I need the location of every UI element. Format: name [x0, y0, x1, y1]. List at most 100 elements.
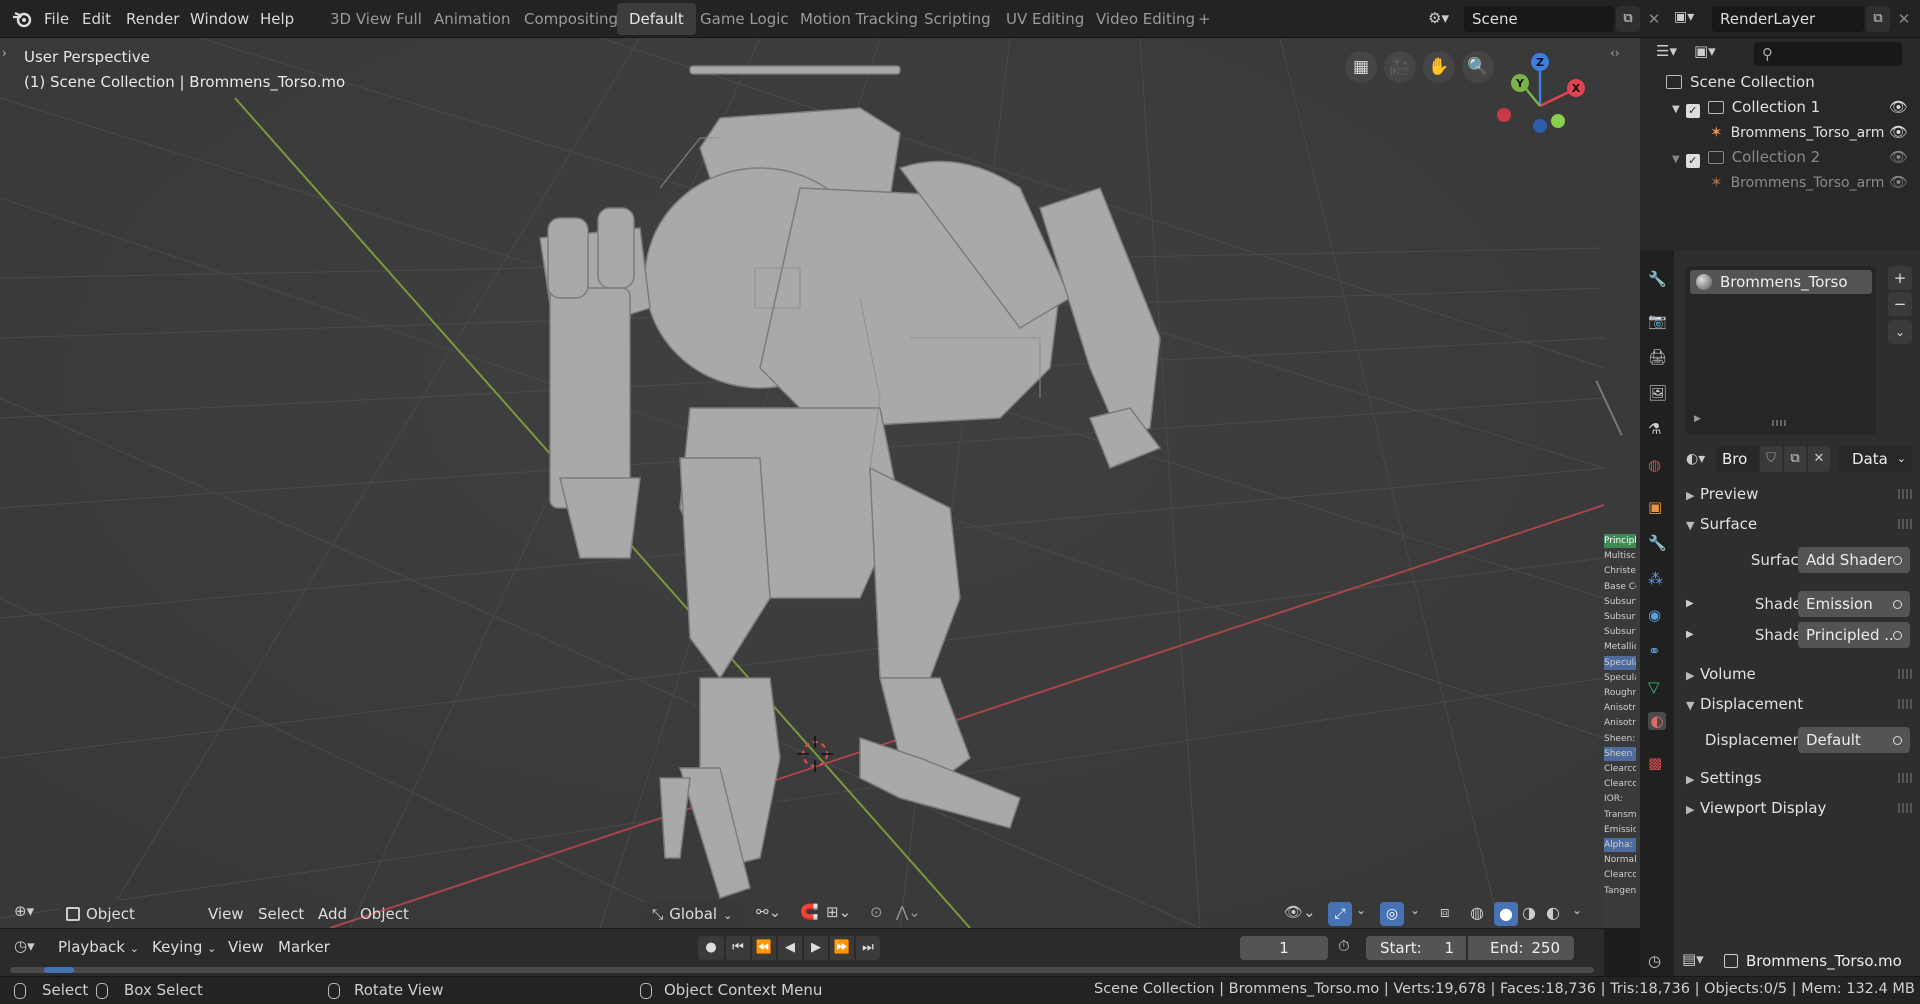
next-keyframe-icon[interactable]: ⏩ — [830, 936, 854, 960]
proportional-edit-icon[interactable]: ⊙ — [870, 903, 883, 921]
drag-grip-icon[interactable] — [1898, 669, 1912, 679]
navigation-gizmo[interactable]: Z X Y — [1490, 46, 1600, 156]
tool-tab-icon[interactable]: 🔧 — [1648, 270, 1667, 288]
3d-viewport[interactable]: User Perspective (1) Scene Collection | … — [0, 38, 1604, 928]
shading-material-icon[interactable]: ◑ — [1522, 903, 1536, 922]
material-slot-item[interactable]: Brommens_Torso — [1690, 270, 1872, 294]
snap-toggle-icon[interactable]: 🧲 — [800, 903, 819, 921]
tab-motion-tracking[interactable]: Motion Tracking — [788, 3, 930, 35]
node-socket-item[interactable]: Sheen: — [1604, 731, 1636, 746]
pivot-point-icon[interactable]: ⚯⌄ — [756, 903, 781, 921]
list-resize-grip-icon[interactable] — [1772, 420, 1786, 426]
strip-collapse-icon[interactable]: ‹› — [1610, 46, 1620, 60]
outliner[interactable]: ☰▾ ▣▾ ⚲ Scene Collection ▼ ✓ Collection 1 … — [1640, 38, 1920, 250]
expand-triangle-icon[interactable]: ▶ — [1686, 590, 1694, 618]
scene-name-field[interactable]: Scene — [1464, 6, 1614, 32]
timeline-editor-icon[interactable]: ◷▾ — [14, 937, 35, 955]
play-reverse-icon[interactable]: ◀ — [778, 936, 802, 960]
node-socket-item[interactable]: Subsurf.. — [1604, 625, 1636, 640]
shading-wireframe-icon[interactable]: ◍ — [1470, 903, 1484, 922]
outliner-row-collection-1[interactable]: ▼ ✓ Collection 1 👁 — [1672, 95, 1920, 120]
node-socket-item[interactable]: Clearcoat — [1604, 777, 1636, 792]
node-socket-item[interactable]: Subsurface — [1604, 610, 1636, 624]
drag-grip-icon[interactable] — [1898, 699, 1912, 709]
node-socket-item[interactable]: Specular — [1604, 655, 1636, 670]
timeline-menu-keying[interactable]: Keying ⌄ — [152, 935, 216, 959]
material-tab-icon[interactable]: ◐ — [1648, 712, 1666, 730]
surface-panel-header[interactable]: ▼ Surface — [1674, 510, 1920, 538]
gizmo-toggle-icon[interactable]: ⤢ — [1328, 902, 1352, 926]
delete-view-layer-icon[interactable]: ✕ — [1894, 6, 1914, 32]
material-name-field[interactable]: Bro — [1716, 446, 1758, 472]
viewport-display-panel-header[interactable]: ▶ Viewport Display — [1674, 794, 1920, 822]
play-icon[interactable]: ▶ — [804, 936, 828, 960]
menu-window[interactable]: Window — [184, 0, 255, 38]
viewport-menu-add[interactable]: Add — [312, 900, 353, 928]
current-frame-field[interactable]: 1 — [1240, 936, 1328, 960]
node-socket-item[interactable]: Clearcoat — [1604, 762, 1636, 776]
object-data-tab-icon[interactable]: ▽ — [1648, 678, 1666, 696]
expand-triangle-icon[interactable]: ▼ — [1672, 104, 1680, 115]
outliner-display-mode-icon[interactable]: ☰▾ — [1656, 42, 1677, 60]
tab-video-editing[interactable]: Video Editing — [1084, 3, 1207, 35]
outliner-row-armature-2[interactable]: ✶ Brommens_Torso_arm 👁 — [1698, 170, 1920, 195]
tab-compositing[interactable]: Compositing — [512, 3, 630, 35]
node-socket-item[interactable]: Clearcoat — [1604, 868, 1636, 883]
pan-view-icon[interactable]: ✋ — [1423, 51, 1455, 83]
outliner-search-input[interactable]: ⚲ — [1754, 42, 1902, 66]
node-socket-item[interactable]: Transmission — [1604, 807, 1636, 822]
toggle-left-toolbar-icon[interactable]: › — [2, 46, 7, 60]
tab-scripting[interactable]: Scripting — [912, 3, 1003, 35]
displacement-field[interactable]: Default — [1798, 727, 1910, 753]
timeline[interactable]: ◷▾ Playback ⌄ Keying ⌄ View Marker ● ⏮ ⏪… — [0, 928, 1604, 976]
add-slot-button[interactable]: + — [1888, 266, 1912, 290]
duplicate-material-icon[interactable]: ⧉ — [1784, 446, 1806, 472]
tab-default[interactable]: Default — [617, 3, 696, 35]
menu-render[interactable]: Render — [120, 0, 185, 38]
preview-panel-header[interactable]: ▶ Preview — [1674, 480, 1920, 508]
node-socket-item[interactable]: Roughness — [1604, 686, 1636, 700]
visibility-icon[interactable]: 👁⌄ — [1284, 903, 1316, 921]
viewport-menu-view[interactable]: View — [202, 900, 250, 928]
menu-file[interactable]: File — [38, 0, 75, 38]
record-button-icon[interactable]: ● — [698, 936, 724, 960]
physics-tab-icon[interactable]: ◉ — [1648, 606, 1666, 624]
timeline-playhead[interactable] — [44, 967, 74, 973]
settings-panel-header[interactable]: ▶ Settings — [1674, 764, 1920, 792]
tab-game-logic[interactable]: Game Logic — [688, 3, 801, 35]
timeline-menu-view[interactable]: View — [228, 935, 264, 959]
timeline-scrollbar[interactable] — [10, 967, 1594, 973]
node-socket-item[interactable]: Christensen — [1604, 564, 1636, 579]
node-socket-item[interactable]: Anisotropic — [1604, 716, 1636, 731]
shader2-field[interactable]: Principled .. — [1798, 622, 1910, 648]
new-view-layer-icon[interactable]: ⧉ — [1866, 6, 1890, 32]
remove-slot-button[interactable]: − — [1888, 292, 1912, 316]
editor-type-icon[interactable]: ⊕▾ — [14, 902, 48, 926]
node-socket-item[interactable]: Subsurface — [1604, 594, 1636, 609]
outliner-row-armature-1[interactable]: ✶ Brommens_Torso_arm 👁 — [1698, 120, 1920, 145]
node-socket-item[interactable]: Specular — [1604, 670, 1636, 685]
node-socket-item[interactable]: Base Color — [1604, 579, 1636, 594]
camera-view-icon[interactable]: 🎥 — [1384, 51, 1416, 83]
particles-tab-icon[interactable]: ⁂ — [1648, 570, 1666, 588]
start-frame-field[interactable]: Start: 1 — [1366, 936, 1466, 960]
add-workspace-button[interactable]: + — [1192, 3, 1217, 35]
node-socket-item[interactable]: Anisotropic — [1604, 701, 1636, 716]
new-scene-icon[interactable]: ⧉ — [1616, 6, 1640, 32]
surface-shader-field[interactable]: Add Shader — [1798, 547, 1910, 573]
menu-edit[interactable]: Edit — [76, 0, 117, 38]
drag-grip-icon[interactable] — [1898, 519, 1912, 529]
node-socket-item[interactable]: Sheen Tint — [1604, 746, 1636, 761]
eye-icon[interactable]: 👁 — [1884, 120, 1908, 145]
expand-triangle-icon[interactable]: ▶ — [1686, 621, 1694, 649]
node-socket-item[interactable]: Multiscatter — [1604, 549, 1636, 564]
displacement-panel-header[interactable]: ▼ Displacement — [1674, 690, 1920, 718]
volume-panel-header[interactable]: ▶ Volume — [1674, 660, 1920, 688]
properties-editor[interactable]: Brommens_Torso ▶ + − ⌄ ◐▾ Bro ⛉ ⧉ ✕ Data… — [1674, 250, 1920, 976]
blender-logo-icon[interactable] — [12, 10, 32, 28]
perspective-toggle-icon[interactable]: ▦ — [1345, 51, 1377, 83]
menu-help[interactable]: Help — [254, 0, 300, 38]
scene-tab-icon[interactable]: ⚗ — [1648, 420, 1666, 438]
node-socket-item[interactable]: Metallic — [1604, 640, 1636, 655]
drag-grip-icon[interactable] — [1898, 773, 1912, 783]
